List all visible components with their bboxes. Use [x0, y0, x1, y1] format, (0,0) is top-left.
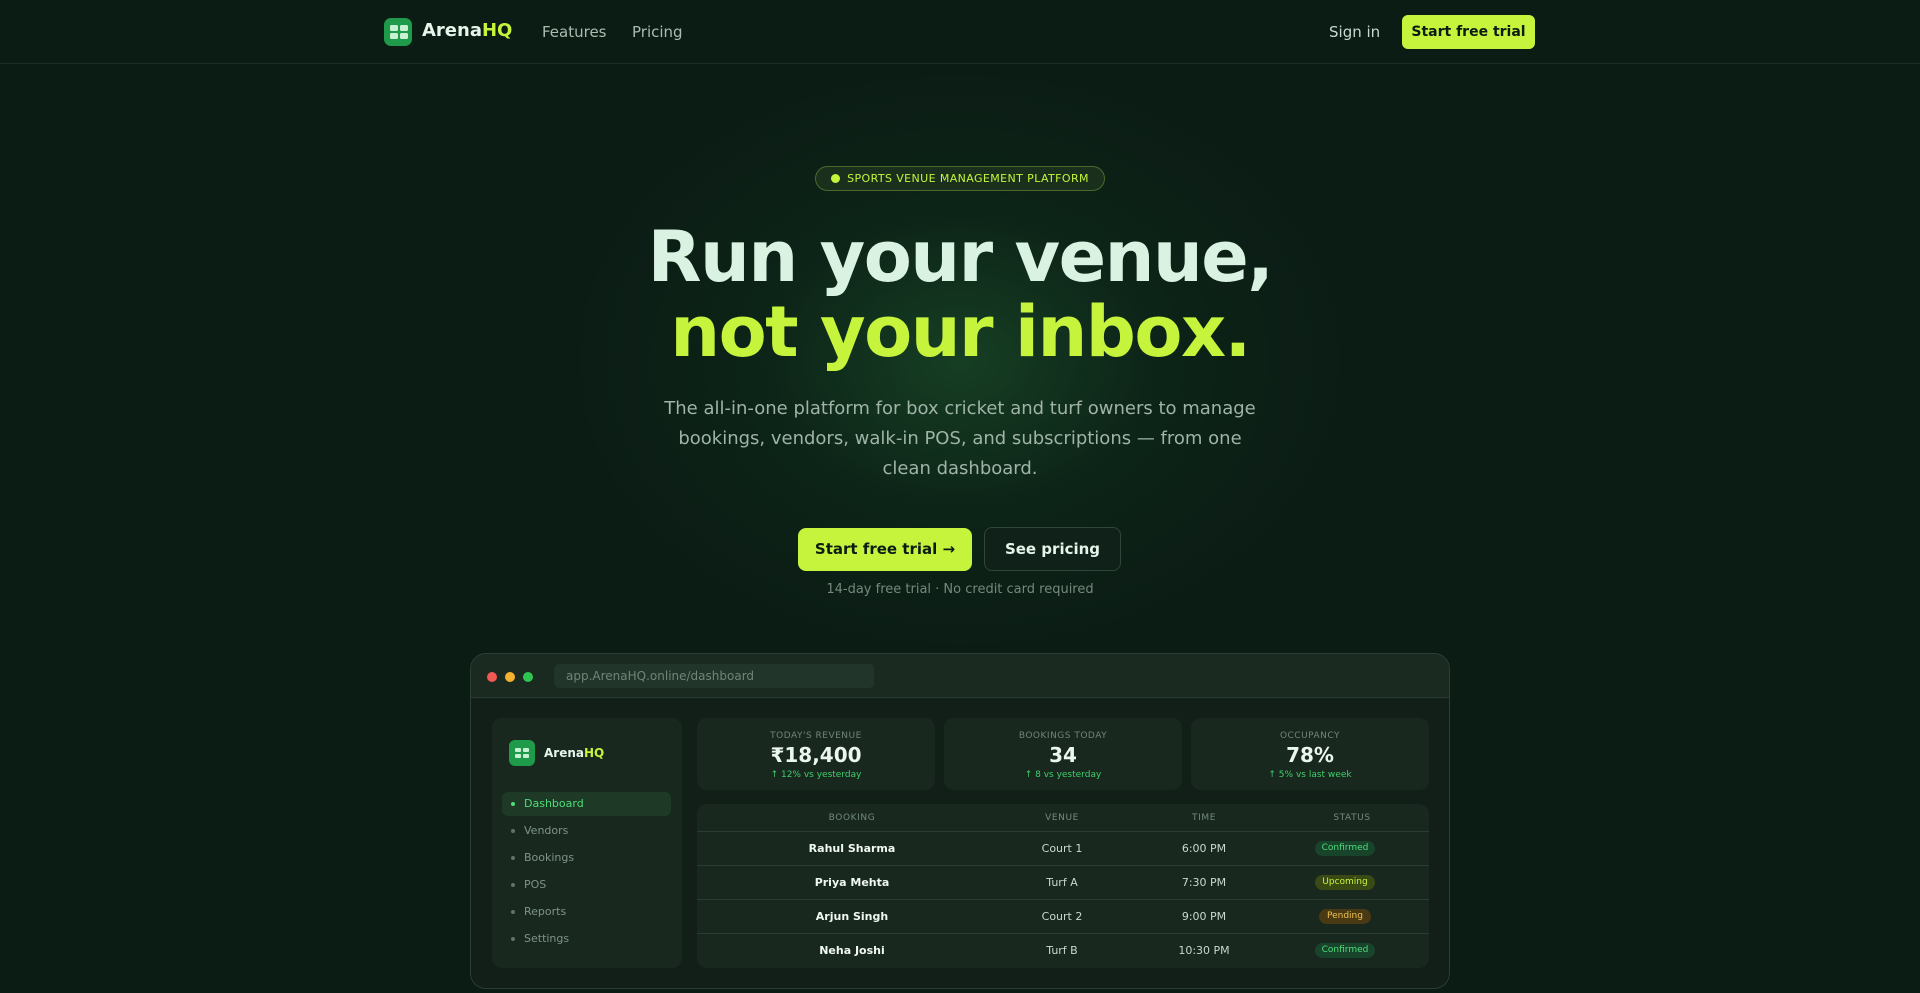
booking-time: 10:30 PM [1178, 944, 1230, 957]
address-bar: app.ArenaHQ.online/dashboard [554, 664, 874, 688]
stat-card-bookings: BOOKINGS TODAY 34 ↑ 8 vs yesterday [944, 718, 1182, 790]
stat-value: ₹18,400 [770, 743, 862, 767]
app-sidebar: ArenaHQ Dashboard Vendors Bookings POS R… [492, 718, 682, 968]
booking-venue: Turf A [1046, 876, 1078, 889]
hero-subtitle: The all-in-one platform for box cricket … [664, 398, 1256, 479]
column-header-venue: VENUE [1045, 813, 1079, 823]
app-logo-icon [509, 740, 535, 766]
booking-name: Arjun Singh [815, 910, 889, 923]
booking-name: Priya Mehta [814, 876, 890, 889]
badge-dot-icon [831, 174, 841, 183]
sidebar-item-pos: POS [502, 873, 671, 897]
sidebar-item-vendors: Vendors [502, 819, 671, 843]
booking-venue: Turf B [1046, 944, 1078, 957]
stat-card-revenue: TODAY'S REVENUE ₹18,400 ↑ 12% vs yesterd… [697, 718, 935, 790]
nav-link-features[interactable]: Features [542, 23, 607, 41]
stat-label: TODAY'S REVENUE [770, 731, 862, 741]
sidebar-item-bookings: Bookings [502, 846, 671, 870]
table-row: Neha Joshi Turf B 10:30 PM Confirmed [697, 933, 1429, 968]
status-badge: Upcoming [1315, 875, 1375, 890]
table-row: Arjun Singh Court 2 9:00 PM Pending [697, 899, 1429, 933]
booking-name: Rahul Sharma [808, 842, 896, 855]
stat-change: ↑ 8 vs yesterday [1024, 770, 1102, 780]
booking-time: 9:00 PM [1181, 910, 1227, 923]
booking-venue: Court 1 [1041, 842, 1083, 855]
dashboard-preview-window: app.ArenaHQ.online/dashboard ArenaHQ Das… [470, 653, 1450, 989]
hero-title-line2: not your inbox. [670, 291, 1251, 373]
booking-name: Neha Joshi [819, 944, 885, 957]
stat-card-occupancy: OCCUPANCY 78% ↑ 5% vs last week [1191, 718, 1429, 790]
booking-time: 6:00 PM [1181, 842, 1227, 855]
app-brand: ArenaHQ [544, 746, 605, 760]
hero-badge: SPORTS VENUE MANAGEMENT PLATFORM [815, 166, 1105, 191]
browser-chrome: app.ArenaHQ.online/dashboard [471, 654, 1449, 698]
minimize-dot-icon [505, 672, 515, 682]
booking-time: 7:30 PM [1181, 876, 1227, 889]
status-badge: Pending [1319, 909, 1371, 924]
trial-note: 14-day free trial · No credit card requi… [826, 582, 1094, 597]
stat-label: OCCUPANCY [1279, 731, 1341, 741]
sidebar-item-dashboard: Dashboard [502, 792, 671, 816]
table-row: Priya Mehta Turf A 7:30 PM Upcoming [697, 865, 1429, 899]
see-pricing-button[interactable]: See pricing [984, 527, 1121, 571]
brand-logo[interactable]: ArenaHQ [422, 20, 512, 41]
badge-text: SPORTS VENUE MANAGEMENT PLATFORM [847, 172, 1089, 185]
app-body: ArenaHQ Dashboard Vendors Bookings POS R… [471, 699, 1449, 988]
sign-in-link[interactable]: Sign in [1329, 23, 1380, 41]
column-header-time: TIME [1191, 813, 1216, 823]
stat-label: BOOKINGS TODAY [1018, 731, 1108, 741]
bookings-table: BOOKING VENUE TIME STATUS Rahul Sharma C… [697, 804, 1429, 968]
table-row: Rahul Sharma Court 1 6:00 PM Confirmed [697, 831, 1429, 865]
sidebar-item-reports: Reports [502, 900, 671, 924]
stat-value: 78% [1286, 743, 1334, 767]
booking-venue: Court 2 [1041, 910, 1083, 923]
hero-start-trial-button[interactable]: Start free trial → [798, 528, 972, 571]
hero-title-line1: Run your venue, [647, 216, 1274, 298]
maximize-dot-icon [523, 672, 533, 682]
top-navigation: ArenaHQ Features Pricing Sign in Start f… [0, 0, 1920, 64]
nav-link-pricing[interactable]: Pricing [632, 23, 683, 41]
status-badge: Confirmed [1315, 841, 1375, 856]
stat-value: 34 [1049, 743, 1077, 767]
start-trial-button[interactable]: Start free trial [1402, 15, 1535, 49]
status-badge: Confirmed [1315, 943, 1375, 958]
logo-grid-icon[interactable] [384, 18, 412, 46]
sidebar-item-settings: Settings [502, 927, 671, 951]
close-dot-icon [487, 672, 497, 682]
column-header-status: STATUS [1333, 813, 1371, 823]
stat-change: ↑ 5% vs last week [1268, 770, 1352, 780]
column-header-booking: BOOKING [828, 813, 876, 823]
stat-change: ↑ 12% vs yesterday [770, 770, 862, 780]
